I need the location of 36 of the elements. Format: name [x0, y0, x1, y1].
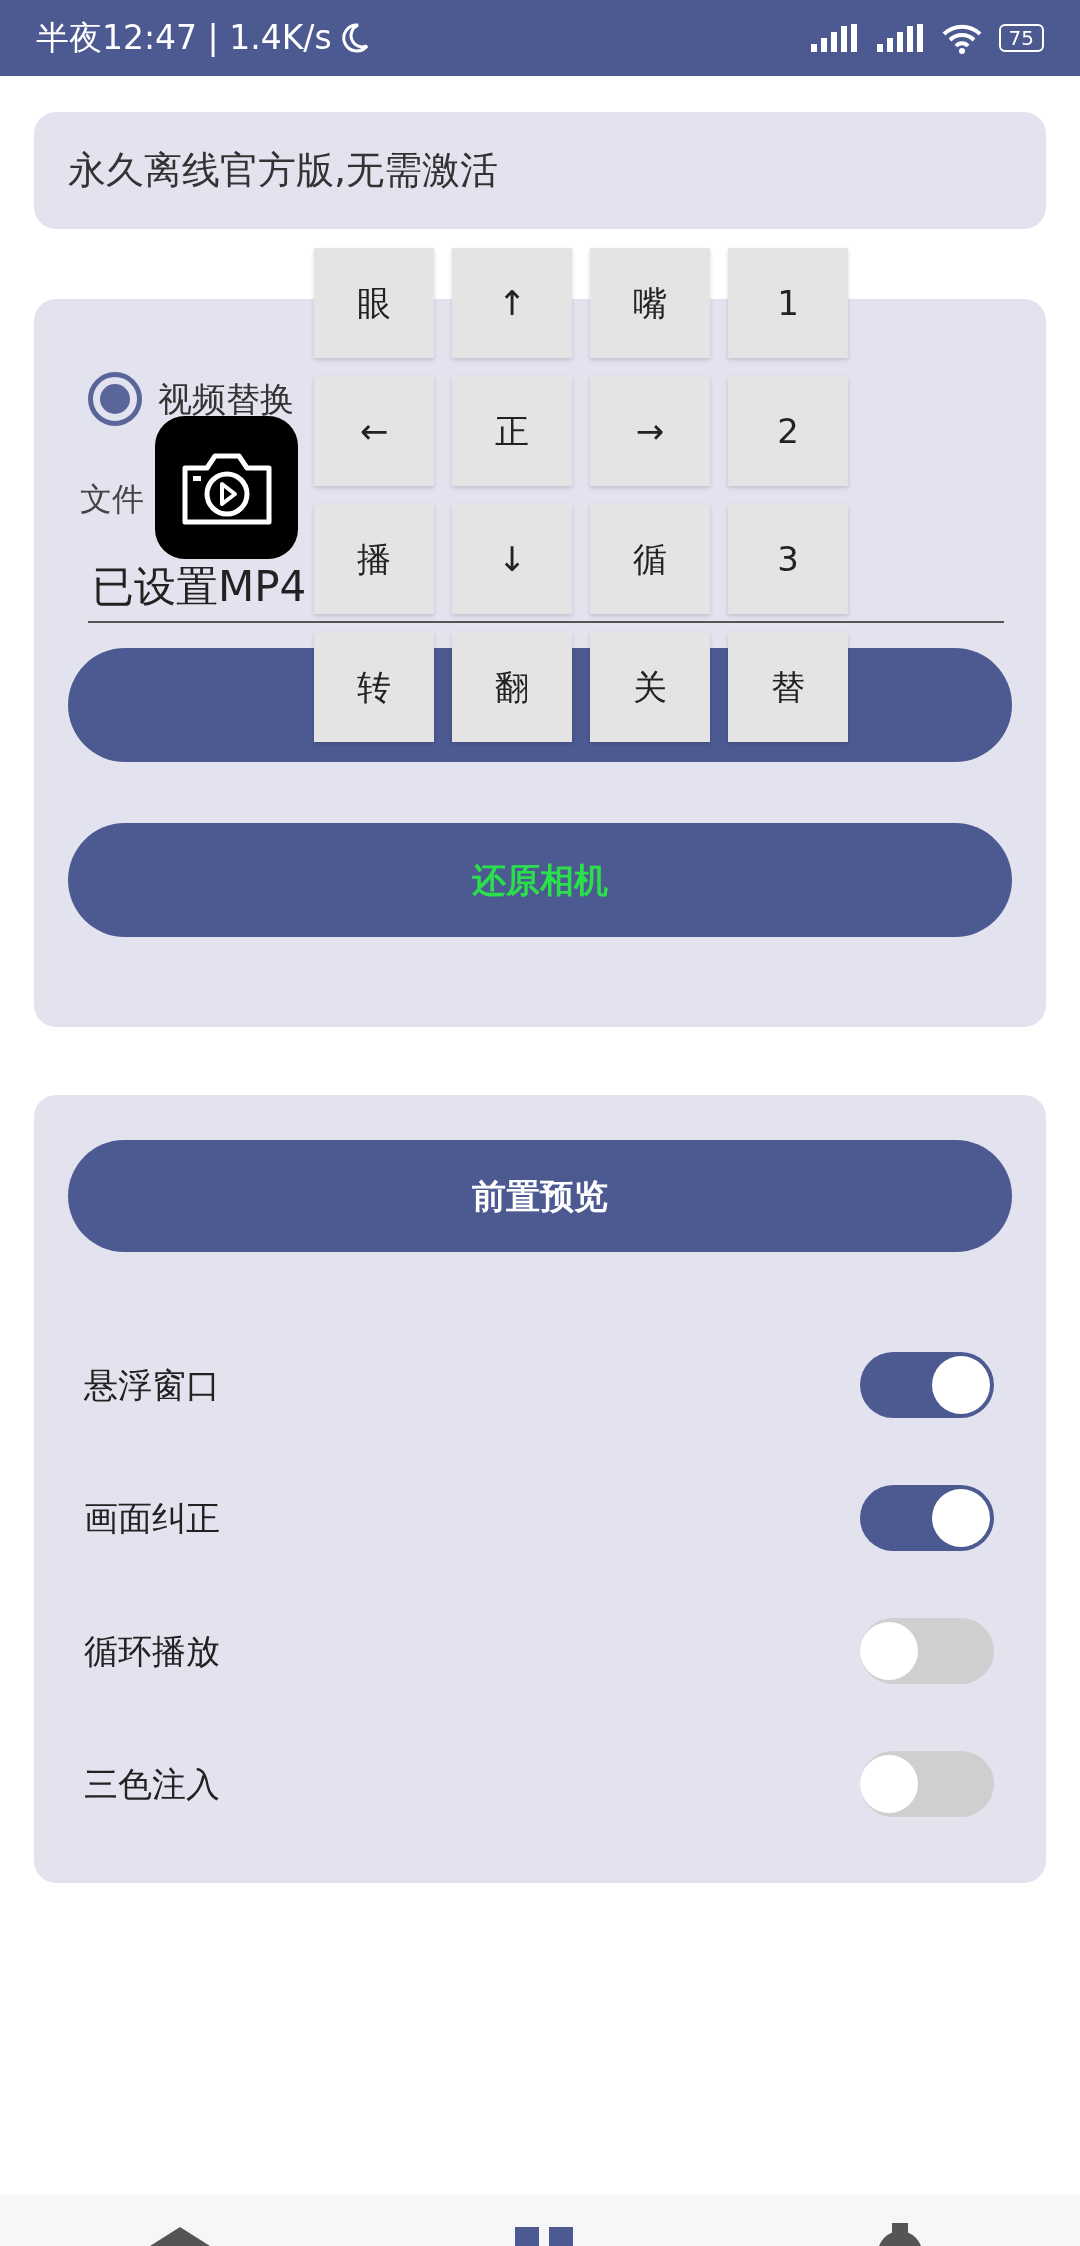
toggle-label: 三色注入 — [84, 1762, 220, 1806]
preview-button[interactable]: 前置预览 — [68, 1140, 1012, 1252]
restore-camera-button[interactable]: 还原相机 — [68, 823, 1012, 937]
battery-level: 75 — [998, 24, 1044, 52]
keypad-key[interactable]: 播 — [314, 504, 434, 614]
radio-label: 视频替换 — [158, 377, 294, 421]
keypad-key[interactable]: 正 — [452, 376, 572, 486]
keypad-key[interactable]: 2 — [728, 376, 848, 486]
toggle-label: 循环播放 — [84, 1629, 220, 1673]
status-time: 半夜12:47 | 1.4K/s — [36, 17, 332, 60]
keypad-key[interactable]: 关 — [590, 632, 710, 742]
file-path-field[interactable]: 已设置MP4 — [92, 561, 307, 613]
notice-text: 永久离线官方版,无需激活 — [67, 147, 500, 194]
signal-icon — [874, 22, 925, 54]
keypad-key[interactable]: ↑ — [452, 248, 572, 358]
moon-icon — [339, 22, 370, 54]
toggle-label: 画面纠正 — [84, 1496, 220, 1540]
keypad-key[interactable]: 替 — [728, 632, 848, 742]
toggle-label: 悬浮窗口 — [84, 1363, 220, 1407]
grid-icon[interactable] — [515, 2227, 575, 2246]
field-label: 文件 — [79, 479, 145, 520]
keypad-key[interactable]: ← — [314, 376, 434, 486]
radio-button[interactable] — [88, 372, 142, 426]
keypad-key[interactable]: 嘴 — [590, 248, 710, 358]
wifi-icon — [940, 22, 983, 54]
keypad-key[interactable]: 循 — [590, 504, 710, 614]
keypad-key[interactable]: ↓ — [452, 504, 572, 614]
keypad-key[interactable]: 3 — [728, 504, 848, 614]
keypad-key[interactable]: 眼 — [314, 248, 434, 358]
keypad-key[interactable]: → — [590, 376, 710, 486]
keypad-key[interactable]: 转 — [314, 632, 434, 742]
camera-app-icon[interactable] — [155, 416, 298, 559]
keypad-key[interactable]: 翻 — [452, 632, 572, 742]
signal-icon — [808, 22, 859, 54]
home-icon[interactable] — [150, 2227, 210, 2246]
keypad-key[interactable]: 1 — [728, 248, 848, 358]
